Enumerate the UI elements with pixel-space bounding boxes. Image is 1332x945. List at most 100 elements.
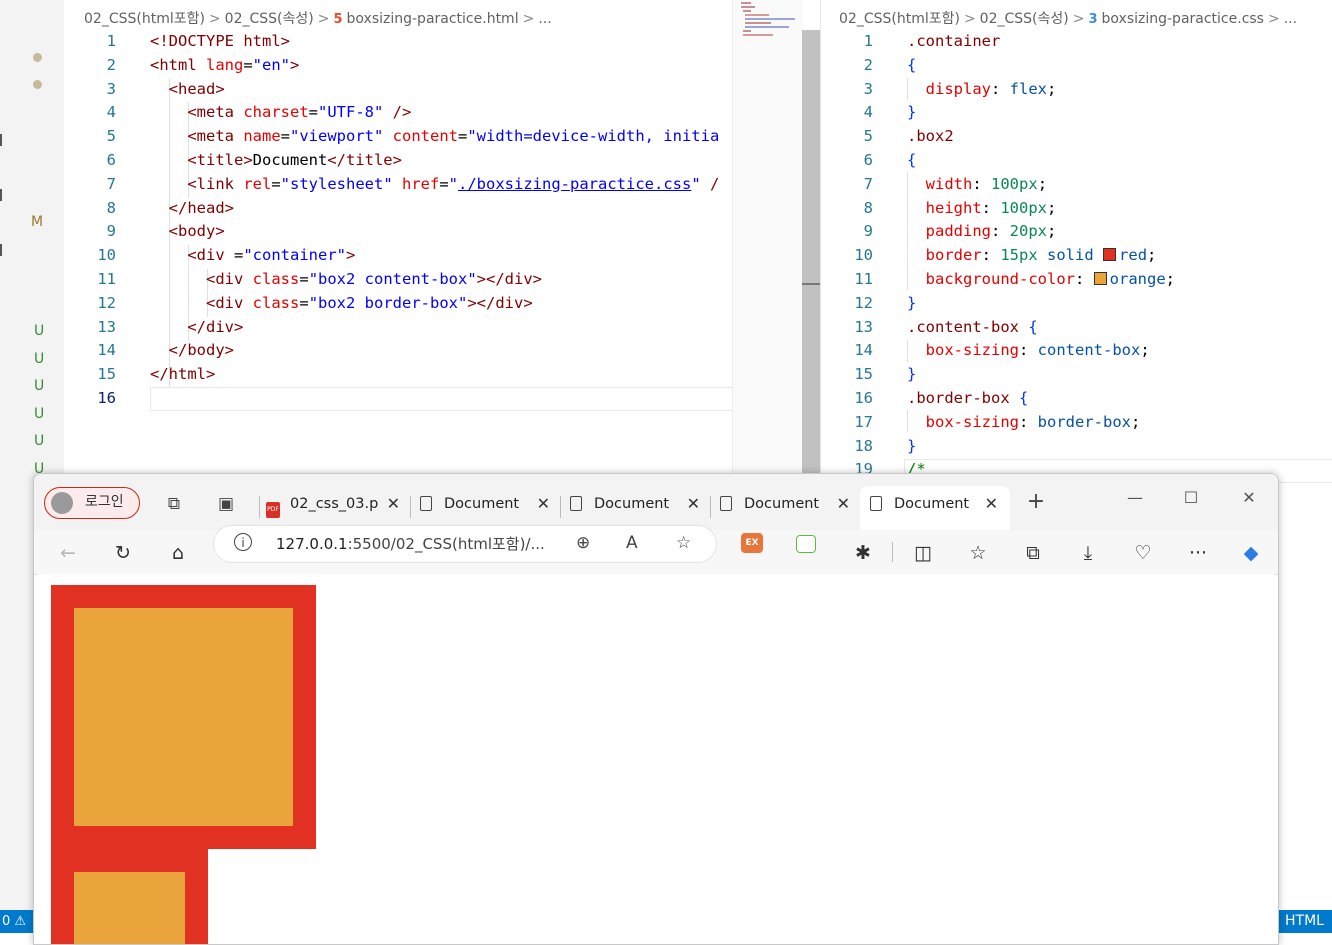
breadcrumb-file[interactable]: boxsizing-paractice.html [347,11,519,27]
code-line[interactable]: 2 <html lang="en"> [64,54,719,78]
extension-green-icon[interactable] [796,535,816,553]
code-line[interactable]: 1 .container [821,30,1175,54]
code-line[interactable]: 3 display: flex; [821,78,1175,102]
breadcrumb-folder[interactable]: 02_CSS(html포함) [84,11,205,27]
collections-icon[interactable]: ⧉ [1019,540,1047,566]
close-tab-icon[interactable]: ✕ [837,486,850,522]
line-number: 2 [106,55,116,74]
favorite-star-icon[interactable]: ☆ [676,533,691,553]
breadcrumb-folder[interactable]: 02_CSS(속성) [225,11,314,27]
breadcrumb-symbol[interactable]: ... [1284,11,1297,27]
workspaces-icon[interactable]: ⧉ [162,492,186,516]
more-options-icon[interactable]: ··· [1184,540,1212,566]
downloads-icon[interactable]: ⤓ [1074,540,1102,566]
code-token: <html [150,55,206,74]
code-token: "stylesheet" [280,174,393,193]
split-screen-icon[interactable]: ◫ [909,540,937,566]
line-number: 14 [97,341,116,360]
scrollbar-thumb[interactable] [802,283,820,285]
code-line[interactable]: 10 <div ="container"> [64,244,719,268]
browser-essentials-icon[interactable]: ♡ [1129,540,1157,566]
breadcrumb-file[interactable]: boxsizing-paractice.css [1102,11,1264,27]
code-area[interactable]: 1 .container 2{3 display: flex; 4} 5 .box2 6{7… [821,30,1175,473]
close-window-icon[interactable]: ✕ [1234,488,1264,507]
code-token: .border-box [907,388,1019,407]
code-token: class [252,269,300,288]
home-icon[interactable]: ⌂ [164,540,192,566]
vertical-scrollbar[interactable] [802,30,820,473]
code-line[interactable]: 13 .content-box { [821,316,1175,340]
address-bar[interactable]: i 127.0.0.1:5500/02_CSS(html포함)/... ⊕ A … [214,526,716,562]
code-line[interactable]: 6{ [821,149,1175,173]
code-line[interactable]: 9 padding: 20px; [821,220,1175,244]
problems-status[interactable]: 0 ⚠ [0,910,34,933]
browser-window[interactable]: 로그인 ⧉ ▣ PDF 02_css_03.p ✕ Document ✕ Docu… [33,473,1279,945]
code-line[interactable]: 5 .box2 [821,125,1175,149]
tab-document[interactable]: Document ✕ [720,486,856,522]
line-number: 1 [106,32,116,50]
maximize-icon[interactable]: ☐ [1176,488,1206,507]
breadcrumb-symbol[interactable]: ... [538,11,551,27]
close-tab-icon[interactable]: ✕ [387,486,400,522]
code-line[interactable]: 14 box-sizing: content-box; [821,339,1175,363]
minimize-icon[interactable]: — [1120,488,1150,507]
code-token: } [907,436,917,455]
code-line[interactable]: 13 </div> [64,316,719,340]
code-line[interactable]: 3 <head> [64,78,719,102]
code-area[interactable]: 1 <!DOCTYPE html> 2 <html lang="en"> 3 <head… [64,30,719,411]
close-tab-icon[interactable]: ✕ [687,486,700,522]
breadcrumb-folder[interactable]: 02_CSS(속성) [980,11,1069,27]
profile-button[interactable]: 로그인 [44,487,140,519]
breadcrumb[interactable]: 02_CSS(html포함) >02_CSS(속성) >3 boxsizing-par… [839,8,1297,28]
code-line[interactable]: 1 <!DOCTYPE html> [64,30,719,54]
breadcrumb-folder[interactable]: 02_CSS(html포함) [839,11,960,27]
tab-document[interactable]: Document ✕ [570,486,706,522]
code-line[interactable]: 11 background-color: orange; [821,268,1175,292]
code-line[interactable]: 12 <div class="box2 border-box"></div> [64,292,719,316]
code-token: red [1119,246,1148,265]
close-tab-icon[interactable]: ✕ [985,486,998,522]
extension-ex-icon[interactable]: EX [741,533,763,553]
breadcrumb[interactable]: 02_CSS(html포함) >02_CSS(속성) >5 boxsizing-par… [84,8,552,28]
code-token: ; [1131,412,1141,431]
copilot-icon[interactable]: ◆ [1237,540,1265,566]
code-line[interactable]: 6 <title>Document</title> [64,149,719,173]
code-line[interactable]: 7 <link rel="stylesheet" href="./boxsizi… [64,173,720,197]
site-info-icon[interactable]: i [234,533,252,551]
code-line[interactable]: 17 box-sizing: border-box; [821,411,1175,435]
code-line[interactable]: 5 <meta name="viewport" content="width=d… [64,125,720,149]
css-editor-pane[interactable]: 02_CSS(html포함) >02_CSS(속성) >3 boxsizing-par… [820,0,1332,473]
code-line[interactable]: 11 <div class="box2 content-box"></div> [64,268,719,292]
new-tab-button[interactable]: + [1024,490,1048,514]
minimap[interactable] [732,0,803,473]
code-line[interactable]: 4 <meta charset="UTF-8" /> [64,101,719,125]
code-line[interactable]: 14 </body> [64,339,719,363]
code-line[interactable]: 12} [821,292,1175,316]
code-line[interactable]: 15 </html> [64,363,719,387]
code-line[interactable]: 4} [821,101,1175,125]
code-line[interactable]: 16 .border-box { [821,387,1175,411]
code-line[interactable]: 15} [821,363,1175,387]
code-line[interactable]: 2{ [821,54,1175,78]
code-line[interactable]: 7 width: 100px; [821,173,1175,197]
code-line[interactable]: 8 </head> [64,197,719,221]
language-mode[interactable]: HTML [1277,910,1332,933]
close-tab-icon[interactable]: ✕ [537,486,550,522]
tab-divider [410,496,411,518]
code-line[interactable]: 9 <body> [64,220,719,244]
extensions-icon[interactable]: ✱ [849,540,877,566]
tab-actions-icon[interactable]: ▣ [214,492,238,516]
tab-pdf[interactable]: PDF 02_css_03.p ✕ [266,486,406,522]
tab-document[interactable]: Document ✕ [420,486,556,522]
zoom-icon[interactable]: ⊕ [576,533,590,553]
tab-document-active[interactable]: Document ✕ [860,486,1010,530]
color-swatch[interactable] [1093,271,1107,285]
favorites-icon[interactable]: ☆ [964,540,992,566]
code-line[interactable]: 10 border: 15px solid red; [821,244,1175,268]
code-line[interactable]: 8 height: 100px; [821,197,1175,221]
back-icon[interactable]: ← [54,540,82,566]
color-swatch[interactable] [1103,248,1117,262]
read-aloud-icon[interactable]: A [626,533,638,553]
refresh-icon[interactable]: ↻ [109,540,137,566]
code-line[interactable]: 18} [821,435,1175,459]
